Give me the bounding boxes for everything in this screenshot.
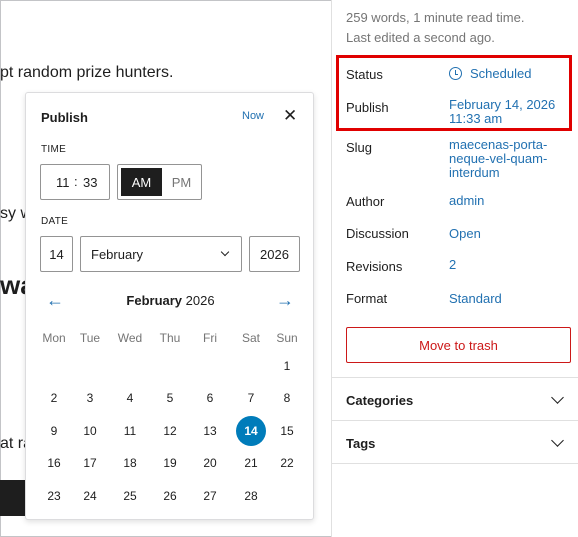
calendar-day[interactable]: 12 bbox=[155, 416, 185, 446]
divider bbox=[332, 463, 578, 464]
weekday-header: Thu bbox=[159, 331, 181, 345]
publish-date-popover: Publish Now ✕ TIME 11 : 33 AM PM DATE 14… bbox=[25, 92, 314, 520]
discussion-label: Discussion bbox=[346, 226, 409, 241]
calendar-day[interactable]: 23 bbox=[39, 481, 69, 511]
calendar-day[interactable]: 13 bbox=[195, 416, 225, 446]
chevron-down-icon bbox=[220, 247, 230, 257]
time-separator: : bbox=[74, 174, 78, 189]
calendar-day[interactable]: 20 bbox=[195, 448, 225, 478]
move-to-trash-button[interactable]: Move to trash bbox=[346, 327, 571, 363]
author-label: Author bbox=[346, 194, 385, 209]
slug-line-1: maecenas-porta- bbox=[449, 137, 548, 152]
weekday-header: Fri bbox=[203, 331, 217, 345]
calendar-header: ← February 2026 → bbox=[26, 291, 315, 311]
calendar-day[interactable]: 2 bbox=[39, 383, 69, 413]
categories-panel-toggle[interactable]: Categories bbox=[346, 393, 413, 408]
calendar-day[interactable]: 3 bbox=[75, 383, 105, 413]
close-icon[interactable]: ✕ bbox=[283, 106, 297, 126]
calendar-month-title: February 2026 bbox=[26, 293, 315, 308]
calendar-year: 2026 bbox=[185, 293, 215, 308]
calendar-day[interactable]: 24 bbox=[75, 481, 105, 511]
discussion-value[interactable]: Open bbox=[449, 227, 481, 241]
calendar-day[interactable]: 11 bbox=[115, 416, 145, 446]
pm-button[interactable]: PM bbox=[162, 165, 201, 199]
calendar-day[interactable]: 9 bbox=[39, 416, 69, 446]
calendar-day[interactable]: 25 bbox=[115, 481, 145, 511]
time-input: 11 : 33 bbox=[40, 164, 110, 200]
hour-input[interactable]: 11 bbox=[56, 175, 70, 190]
next-month-arrow-icon[interactable]: → bbox=[276, 291, 294, 309]
divider bbox=[332, 420, 578, 421]
editor-paragraph-1[interactable]: pt random prize hunters. bbox=[0, 64, 173, 82]
format-label: Format bbox=[346, 291, 388, 306]
calendar-day[interactable]: 7 bbox=[236, 383, 266, 413]
month-select-value: February bbox=[91, 246, 144, 262]
now-button[interactable]: Now bbox=[242, 110, 264, 122]
weekday-header: Tue bbox=[79, 331, 101, 345]
slug-line-3: interdum bbox=[449, 165, 500, 180]
calendar-day[interactable]: 16 bbox=[39, 448, 69, 478]
calendar-day[interactable]: 4 bbox=[115, 383, 145, 413]
slug-value[interactable]: maecenas-porta- neque-vel-quam- interdum bbox=[449, 138, 547, 180]
word-count: 259 words, 1 minute read time. bbox=[346, 10, 525, 25]
calendar-day[interactable]: 10 bbox=[75, 416, 105, 446]
calendar-day[interactable]: 18 bbox=[115, 448, 145, 478]
time-label: TIME bbox=[41, 144, 67, 155]
tags-panel-toggle[interactable]: Tags bbox=[346, 436, 375, 451]
am-button[interactable]: AM bbox=[121, 168, 162, 196]
weekday-header: Sat bbox=[241, 331, 260, 345]
weekday-header: Sun bbox=[276, 331, 298, 345]
calendar-day[interactable]: 8 bbox=[272, 383, 302, 413]
minute-input[interactable]: 33 bbox=[83, 175, 97, 190]
slug-line-2: neque-vel-quam- bbox=[449, 151, 548, 166]
weekday-header: Mon bbox=[42, 331, 66, 345]
popover-title: Publish bbox=[41, 110, 88, 125]
weekday-header: Wed bbox=[117, 331, 143, 345]
calendar-day[interactable]: 26 bbox=[155, 481, 185, 511]
revisions-value[interactable]: 2 bbox=[449, 258, 456, 272]
calendar-day[interactable]: 19 bbox=[155, 448, 185, 478]
calendar-day[interactable]: 15 bbox=[272, 416, 302, 446]
date-label: DATE bbox=[41, 216, 69, 227]
revisions-label: Revisions bbox=[346, 259, 403, 274]
calendar-day-selected[interactable]: 14 bbox=[236, 416, 266, 446]
slug-label: Slug bbox=[346, 140, 373, 155]
calendar-day[interactable]: 5 bbox=[155, 383, 185, 413]
am-pm-toggle: AM PM bbox=[117, 164, 202, 200]
year-input[interactable]: 2026 bbox=[249, 236, 300, 272]
calendar-day[interactable]: 28 bbox=[236, 481, 266, 511]
calendar-day[interactable]: 21 bbox=[236, 448, 266, 478]
calendar-month: February bbox=[126, 293, 183, 308]
calendar-day[interactable]: 1 bbox=[272, 351, 302, 381]
format-value[interactable]: Standard bbox=[449, 292, 502, 306]
calendar-day[interactable]: 22 bbox=[272, 448, 302, 478]
calendar-day[interactable]: 27 bbox=[195, 481, 225, 511]
month-select[interactable]: February bbox=[80, 236, 242, 272]
calendar-day[interactable]: 6 bbox=[195, 383, 225, 413]
last-edited: Last edited a second ago. bbox=[346, 30, 495, 45]
calendar-day[interactable]: 17 bbox=[75, 448, 105, 478]
day-input[interactable]: 14 bbox=[40, 236, 73, 272]
divider bbox=[332, 377, 578, 378]
highlight-box bbox=[336, 55, 572, 131]
author-value[interactable]: admin bbox=[449, 194, 484, 208]
